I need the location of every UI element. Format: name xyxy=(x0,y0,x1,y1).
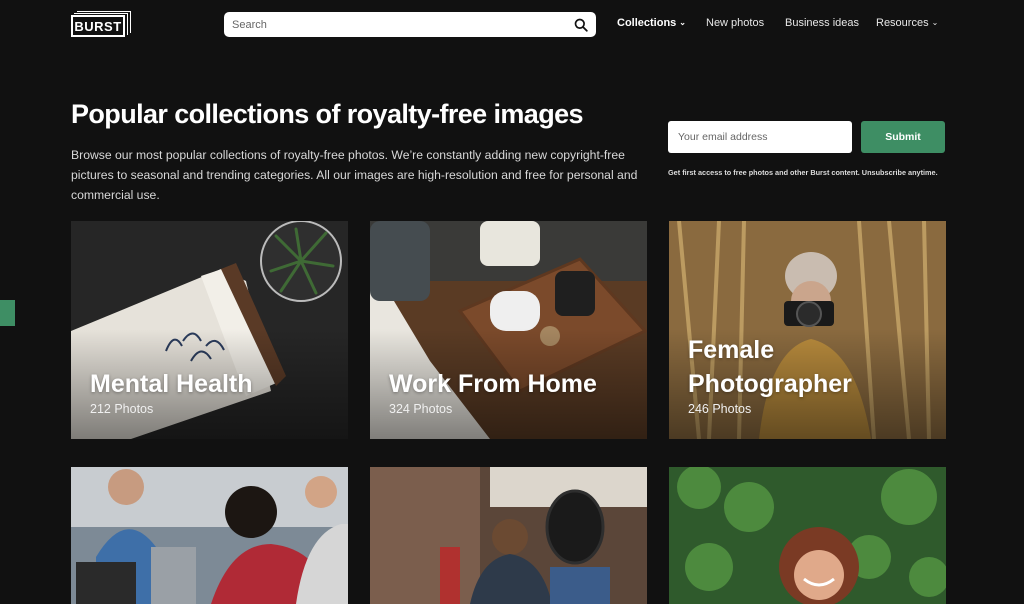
collection-count: 324 Photos xyxy=(389,402,453,416)
collection-title-line: Mental Health xyxy=(90,370,253,398)
search-input[interactable] xyxy=(232,18,574,31)
collection-image xyxy=(71,467,348,604)
collection-image xyxy=(669,467,946,604)
page-description: Browse our most popular collections of r… xyxy=(71,148,638,202)
nav-new-photos-label: New photos xyxy=(706,17,765,29)
nav-resources[interactable]: Resources ⌄ xyxy=(876,17,938,29)
collection-count: 246 Photos xyxy=(688,402,752,416)
collection-card[interactable] xyxy=(370,467,647,604)
nav-collections[interactable]: Collections ⌄ xyxy=(617,17,686,29)
collection-title: Work From Home xyxy=(389,367,597,401)
collection-card-work-from-home[interactable]: Work From Home 324 Photos xyxy=(370,221,647,439)
newsletter-note: Get first access to free photos and othe… xyxy=(668,168,938,177)
collection-card[interactable] xyxy=(669,467,946,604)
collection-count: 212 Photos xyxy=(90,402,154,416)
chevron-down-icon: ⌄ xyxy=(679,18,686,27)
burst-logo[interactable]: BURST xyxy=(71,11,131,38)
submit-button[interactable]: Submit xyxy=(861,121,945,153)
nav-new-photos[interactable]: New photos xyxy=(706,17,764,29)
collection-card-mental-health[interactable]: Mental Health 212 Photos xyxy=(71,221,348,439)
nav-business-ideas-label: Business ideas xyxy=(785,17,859,29)
nav-resources-label: Resources xyxy=(876,17,929,29)
collection-title: Mental Health xyxy=(90,367,253,401)
email-field xyxy=(668,121,852,153)
nav-business-ideas[interactable]: Business ideas xyxy=(785,17,859,29)
page-title: Popular collections of royalty-free imag… xyxy=(71,99,584,129)
collection-title: Female Photographer xyxy=(688,333,852,401)
search-bar xyxy=(224,12,596,37)
collection-title-line: Female xyxy=(688,336,775,364)
collection-title-line: Work From Home xyxy=(389,370,597,398)
collection-title-line: Photographer xyxy=(688,370,852,398)
collection-card[interactable] xyxy=(71,467,348,604)
search-icon[interactable] xyxy=(574,18,588,32)
feedback-tab[interactable] xyxy=(0,300,15,326)
nav-collections-label: Collections xyxy=(617,17,677,29)
email-input[interactable] xyxy=(678,131,842,143)
chevron-down-icon: ⌄ xyxy=(931,18,939,27)
logo-text: BURST xyxy=(71,15,125,37)
collection-image xyxy=(370,467,647,604)
collection-card-female-photographer[interactable]: Female Photographer 246 Photos xyxy=(669,221,946,439)
